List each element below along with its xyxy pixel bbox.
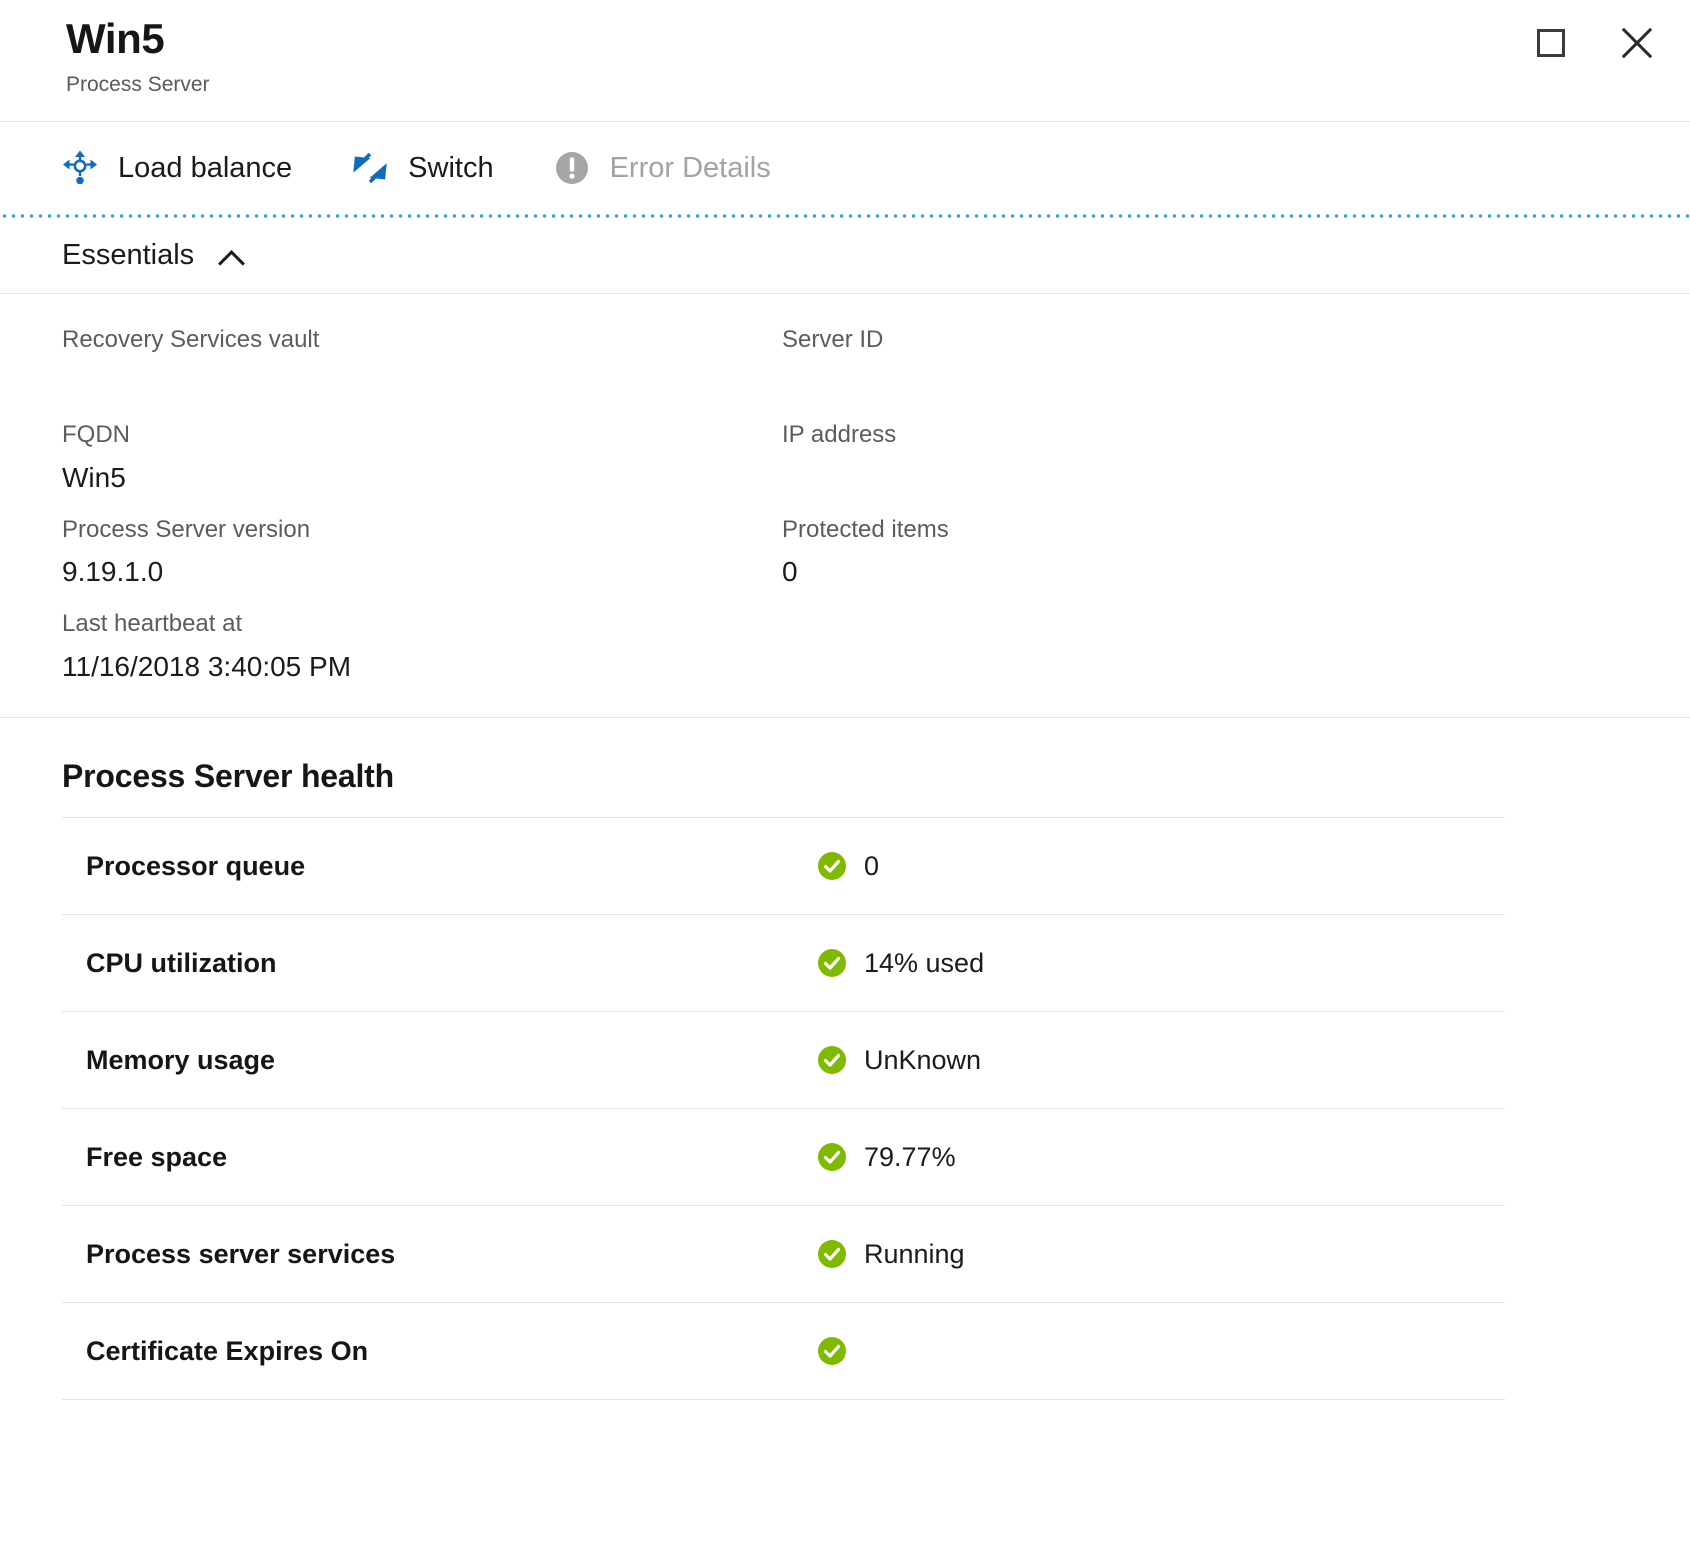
switch-icon (350, 148, 390, 188)
field-value (782, 456, 1690, 500)
maximize-button[interactable] (1528, 20, 1574, 66)
health-table: Processor queue 0 CPU utilization (62, 817, 1505, 1400)
health-metric-name: Process server services (86, 1239, 816, 1270)
switch-label: Switch (408, 152, 493, 185)
field-label: Last heartbeat at (62, 604, 782, 645)
field-value: 11/16/2018 3:40:05 PM (62, 645, 782, 689)
field-label: Server ID (782, 320, 1690, 361)
field-label: IP address (782, 415, 1690, 456)
close-icon (1620, 26, 1654, 60)
essentials-field-recovery-services-vault: Recovery Services vault (62, 320, 782, 405)
status-ok-icon (816, 1044, 848, 1076)
field-label: Process Server version (62, 510, 782, 551)
page-subtitle: Process Server (66, 74, 1690, 95)
error-details-label: Error Details (610, 152, 771, 185)
health-metric-status (816, 1335, 864, 1367)
health-metric-name: CPU utilization (86, 948, 816, 979)
status-text: 14% used (864, 948, 984, 979)
essentials-right-column: Server ID IP address Protected items 0 (782, 320, 1690, 699)
field-value: Win5 (62, 456, 782, 500)
maximize-icon (1537, 29, 1565, 57)
field-value: 9.19.1.0 (62, 550, 782, 594)
essentials-field-last-heartbeat-at: Last heartbeat at 11/16/2018 3:40:05 PM (62, 604, 782, 689)
field-label: FQDN (62, 415, 782, 456)
load-balance-button[interactable]: Load balance (60, 148, 292, 188)
health-metric-status: UnKnown (816, 1044, 981, 1076)
field-value (782, 361, 1690, 405)
table-row: CPU utilization 14% used (62, 915, 1505, 1012)
health-metric-status: 14% used (816, 947, 984, 979)
essentials-left-column: Recovery Services vault FQDN Win5 Proces… (62, 320, 782, 699)
status-text: UnKnown (864, 1045, 981, 1076)
table-row: Process server services Running (62, 1206, 1505, 1303)
status-ok-icon (816, 1141, 848, 1173)
status-ok-icon (816, 947, 848, 979)
health-metric-name: Certificate Expires On (86, 1336, 816, 1367)
health-metric-name: Free space (86, 1142, 816, 1173)
essentials-grid: Recovery Services vault FQDN Win5 Proces… (0, 294, 1690, 718)
blade-header: Win5 Process Server (0, 0, 1690, 122)
table-row: Certificate Expires On (62, 1303, 1505, 1400)
essentials-field-process-server-version: Process Server version 9.19.1.0 (62, 510, 782, 595)
error-details-icon (552, 148, 592, 188)
status-ok-icon (816, 1335, 848, 1367)
close-button[interactable] (1614, 20, 1660, 66)
status-ok-icon (816, 1238, 848, 1270)
health-metric-name: Memory usage (86, 1045, 816, 1076)
field-value (62, 361, 782, 405)
table-row: Free space 79.77% (62, 1109, 1505, 1206)
field-label: Protected items (782, 510, 1690, 551)
essentials-toggle[interactable]: Essentials (0, 218, 1690, 294)
command-bar: Load balance Switch Error Details (0, 122, 1690, 214)
table-row: Processor queue 0 (62, 818, 1505, 915)
status-text: 0 (864, 851, 879, 882)
field-value: 0 (782, 550, 1690, 594)
essentials-field-protected-items: Protected items 0 (782, 510, 1690, 595)
essentials-field-server-id: Server ID (782, 320, 1690, 405)
window-controls (1528, 20, 1660, 66)
essentials-field-fqdn: FQDN Win5 (62, 415, 782, 500)
health-metric-status: 79.77% (816, 1141, 956, 1173)
error-details-button: Error Details (552, 148, 771, 188)
health-section-title: Process Server health (62, 758, 1690, 795)
health-metric-status: Running (816, 1238, 965, 1270)
page-title: Win5 (66, 18, 1690, 60)
load-balance-icon (60, 148, 100, 188)
essentials-field-ip-address: IP address (782, 415, 1690, 500)
process-server-health-section: Process Server health Processor queue 0 … (0, 718, 1690, 1400)
field-label: Recovery Services vault (62, 320, 782, 361)
chevron-up-icon (220, 248, 246, 264)
status-ok-icon (816, 850, 848, 882)
status-text: Running (864, 1239, 965, 1270)
switch-button[interactable]: Switch (350, 148, 493, 188)
status-text: 79.77% (864, 1142, 956, 1173)
table-row: Memory usage UnKnown (62, 1012, 1505, 1109)
load-balance-label: Load balance (118, 152, 292, 185)
health-metric-name: Processor queue (86, 851, 816, 882)
health-metric-status: 0 (816, 850, 879, 882)
essentials-label: Essentials (62, 239, 194, 272)
